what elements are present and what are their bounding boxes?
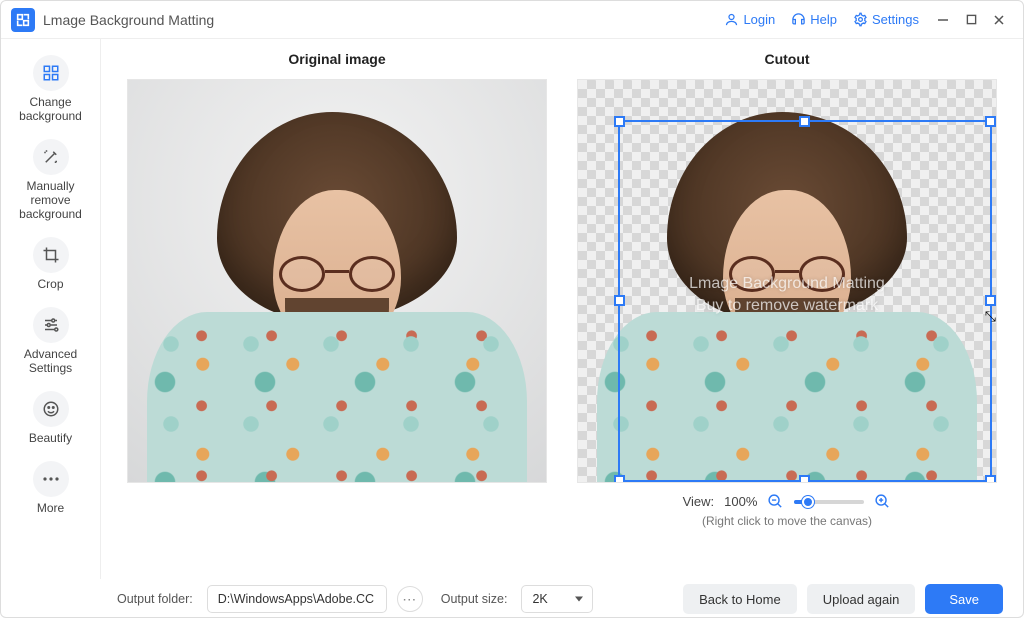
zoom-controls: View: 100% (683, 493, 892, 510)
more-icon (33, 461, 69, 497)
app-logo-icon (11, 8, 35, 32)
maximize-button[interactable] (957, 6, 985, 34)
cutout-pane: Cutout Lmage Background Matting Buy to r… (575, 51, 999, 528)
sidebar-item-more[interactable]: More (6, 461, 96, 515)
beautify-icon (33, 391, 69, 427)
selection-box[interactable]: ⤡ (618, 120, 992, 482)
sidebar-item-advanced[interactable]: Advanced Settings (6, 307, 96, 375)
output-size-value: 2K (532, 592, 547, 606)
zoom-hint: (Right click to move the canvas) (702, 514, 872, 528)
app-title: Lmage Background Matting (43, 12, 214, 28)
handle-bot-right[interactable] (985, 475, 996, 483)
bottom-bar: Output folder: ⋯ Output size: 2K Back to… (1, 579, 1023, 619)
change-background-icon (33, 55, 69, 91)
output-size-select[interactable]: 2K (521, 585, 593, 613)
titlebar: Lmage Background Matting Login Help Sett… (1, 1, 1023, 39)
original-pane: Original image (125, 51, 549, 528)
sidebar-item-label: Change background (6, 95, 96, 123)
zoom-slider[interactable] (794, 500, 864, 504)
handle-bot-mid[interactable] (799, 475, 810, 483)
settings-label: Settings (872, 12, 919, 27)
sidebar-item-label: Crop (37, 277, 63, 291)
help-link[interactable]: Help (791, 12, 837, 27)
output-folder-input[interactable] (207, 585, 387, 613)
minimize-button[interactable] (929, 6, 957, 34)
zoom-value: 100% (724, 494, 757, 509)
close-button[interactable] (985, 6, 1013, 34)
zoom-out-icon[interactable] (767, 493, 784, 510)
settings-link[interactable]: Settings (853, 12, 919, 27)
zoom-in-icon[interactable] (874, 493, 891, 510)
cutout-title: Cutout (764, 51, 809, 67)
original-image (127, 79, 547, 483)
handle-top-mid[interactable] (799, 116, 810, 127)
handle-bot-left[interactable] (614, 475, 625, 483)
handle-top-left[interactable] (614, 116, 625, 127)
sidebar-item-label: More (37, 501, 64, 515)
sidebar-item-label: Manually remove background (6, 179, 96, 221)
sidebar: Change background Manually remove backgr… (1, 39, 101, 579)
sidebar-item-beautify[interactable]: Beautify (6, 391, 96, 445)
zoom-slider-thumb[interactable] (802, 496, 814, 508)
handle-top-right[interactable] (985, 116, 996, 127)
sidebar-item-manual-remove[interactable]: Manually remove background (6, 139, 96, 221)
wand-icon (33, 139, 69, 175)
sliders-icon (33, 307, 69, 343)
sidebar-item-label: Advanced Settings (6, 347, 96, 375)
handle-mid-left[interactable] (614, 295, 625, 306)
main-area: Original image Cutout Lmage Backg (101, 39, 1023, 579)
help-label: Help (810, 12, 837, 27)
original-title: Original image (288, 51, 385, 67)
output-folder-label: Output folder: (117, 592, 193, 606)
output-size-label: Output size: (441, 592, 508, 606)
sidebar-item-change-background[interactable]: Change background (6, 55, 96, 123)
upload-again-button[interactable]: Upload again (807, 584, 916, 614)
sidebar-item-label: Beautify (29, 431, 72, 445)
browse-folder-button[interactable]: ⋯ (397, 586, 423, 612)
login-link[interactable]: Login (724, 12, 775, 27)
cutout-canvas[interactable]: Lmage Background Matting Buy to remove w… (577, 79, 997, 483)
save-button[interactable]: Save (925, 584, 1003, 614)
back-home-button[interactable]: Back to Home (683, 584, 797, 614)
login-label: Login (743, 12, 775, 27)
handle-mid-right[interactable] (985, 295, 996, 306)
sidebar-item-crop[interactable]: Crop (6, 237, 96, 291)
zoom-label: View: (683, 494, 715, 509)
crop-icon (33, 237, 69, 273)
